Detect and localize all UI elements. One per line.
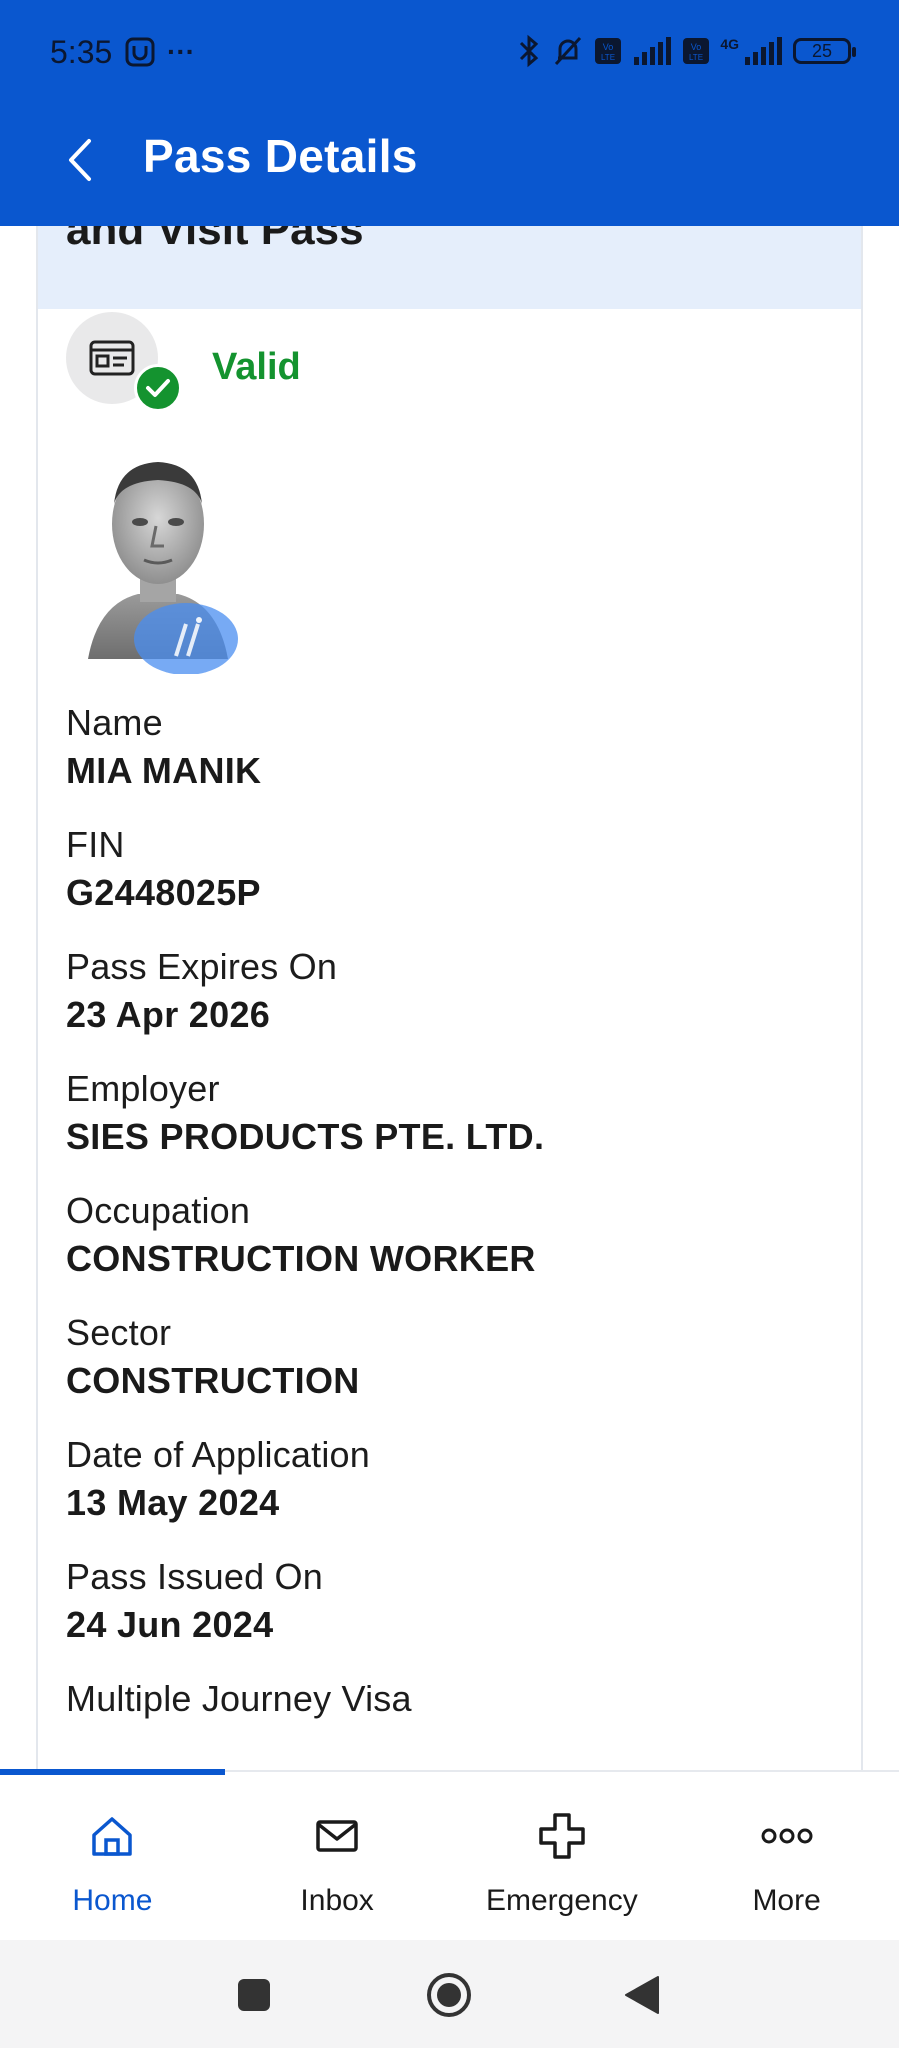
home-icon <box>86 1810 138 1862</box>
field-label: Multiple Journey Visa <box>66 1678 412 1719</box>
field-pass-issued-on: Pass Issued On 24 Jun 2024 <box>66 1554 846 1650</box>
battery-icon: 25 <box>793 38 856 64</box>
card-header-title: and Visit Pass <box>66 226 364 254</box>
field-label: Sector <box>66 1312 172 1353</box>
bottom-navigation: Home Inbox Emergency More <box>0 1770 899 1940</box>
status-right-icons: Vo LTE Vo LTE 4G 25 <box>516 34 856 68</box>
svg-text:Vo: Vo <box>603 42 614 52</box>
back-system-button[interactable] <box>617 1970 667 2020</box>
nav-inbox-label: Inbox <box>300 1884 374 1917</box>
svg-text:Vo: Vo <box>691 42 702 52</box>
pass-holder-photo <box>78 434 238 675</box>
id-card-icon <box>89 340 135 376</box>
nav-more[interactable]: More <box>674 1772 899 1940</box>
field-value: MIA MANIK <box>66 750 262 791</box>
field-multiple-journey-visa: Multiple Journey Visa <box>66 1676 846 1722</box>
status-left-icons: ··· <box>125 36 195 68</box>
field-value: 13 May 2024 <box>66 1482 280 1523</box>
svg-text:LTE: LTE <box>689 53 703 62</box>
bluetooth-icon <box>520 34 539 68</box>
home-system-button[interactable] <box>424 1970 474 2020</box>
field-date-of-application: Date of Application 13 May 2024 <box>66 1432 846 1528</box>
field-pass-expires-on: Pass Expires On 23 Apr 2026 <box>66 944 846 1040</box>
nav-emergency-label: Emergency <box>486 1884 638 1917</box>
nav-home[interactable]: Home <box>0 1772 225 1940</box>
field-value: 23 Apr 2026 <box>66 994 271 1035</box>
field-label: Name <box>66 702 163 743</box>
field-label: Pass Expires On <box>66 946 338 987</box>
chevron-left-icon <box>69 139 91 181</box>
field-label: Pass Issued On <box>66 1556 323 1597</box>
square-icon <box>238 1979 270 2011</box>
field-label: Date of Application <box>66 1434 370 1475</box>
field-label: FIN <box>66 824 125 865</box>
field-value: SIES PRODUCTS PTE. LTD. <box>66 1116 545 1157</box>
field-label: Occupation <box>66 1190 251 1231</box>
status-time: 5:35 <box>50 34 113 70</box>
field-fin: FIN G2448025P <box>66 822 846 918</box>
field-sector: Sector CONSTRUCTION <box>66 1310 846 1406</box>
more-notifications-icon: ··· <box>167 36 195 67</box>
field-value: CONSTRUCTION <box>66 1360 360 1401</box>
valid-check-icon <box>134 364 182 412</box>
active-tab-indicator <box>0 1769 225 1775</box>
field-value: CONSTRUCTION WORKER <box>66 1238 536 1279</box>
pass-status-row: Valid <box>66 312 466 412</box>
volte-icon-2: Vo LTE <box>683 38 710 64</box>
status-badge: Valid <box>212 346 301 388</box>
svg-text:LTE: LTE <box>601 53 615 62</box>
mute-bell-icon <box>555 36 582 66</box>
signal-icon <box>634 37 672 65</box>
field-name: Name MIA MANIK <box>66 700 846 796</box>
recents-button[interactable] <box>229 1970 279 2020</box>
page-title: Pass Details <box>143 130 418 182</box>
nav-home-label: Home <box>72 1884 153 1917</box>
status-bar: 5:35 ··· Vo LTE Vo LTE 4G 25 <box>0 0 899 105</box>
system-navigation-bar <box>0 1940 899 2048</box>
card-header: and Visit Pass <box>38 226 861 309</box>
circle-home-icon <box>427 1973 471 2017</box>
pass-details-card: and Visit Pass Valid Name MIA MANIK FIN … <box>36 226 863 1770</box>
field-value: 24 Jun 2024 <box>66 1604 274 1645</box>
app-bar: Pass Details <box>0 105 899 226</box>
app-notification-icon <box>125 37 155 67</box>
network-type-label: 4G <box>720 36 739 52</box>
volte-icon: Vo LTE <box>595 38 622 64</box>
pass-fields: Name MIA MANIK FIN G2448025P Pass Expire… <box>66 700 846 1748</box>
battery-level: 25 <box>811 40 833 61</box>
triangle-back-icon <box>625 1976 659 2014</box>
cross-icon <box>536 1810 588 1862</box>
field-employer: Employer SIES PRODUCTS PTE. LTD. <box>66 1066 846 1162</box>
nav-emergency[interactable]: Emergency <box>450 1772 675 1940</box>
nav-inbox[interactable]: Inbox <box>225 1772 450 1940</box>
signal-icon-2 <box>745 37 782 65</box>
field-occupation: Occupation CONSTRUCTION WORKER <box>66 1188 846 1284</box>
more-dots-icon <box>761 1810 813 1862</box>
nav-more-label: More <box>752 1884 821 1917</box>
field-label: Employer <box>66 1068 220 1109</box>
mail-icon <box>311 1810 363 1862</box>
back-button[interactable] <box>50 125 110 195</box>
field-value: G2448025P <box>66 872 261 913</box>
